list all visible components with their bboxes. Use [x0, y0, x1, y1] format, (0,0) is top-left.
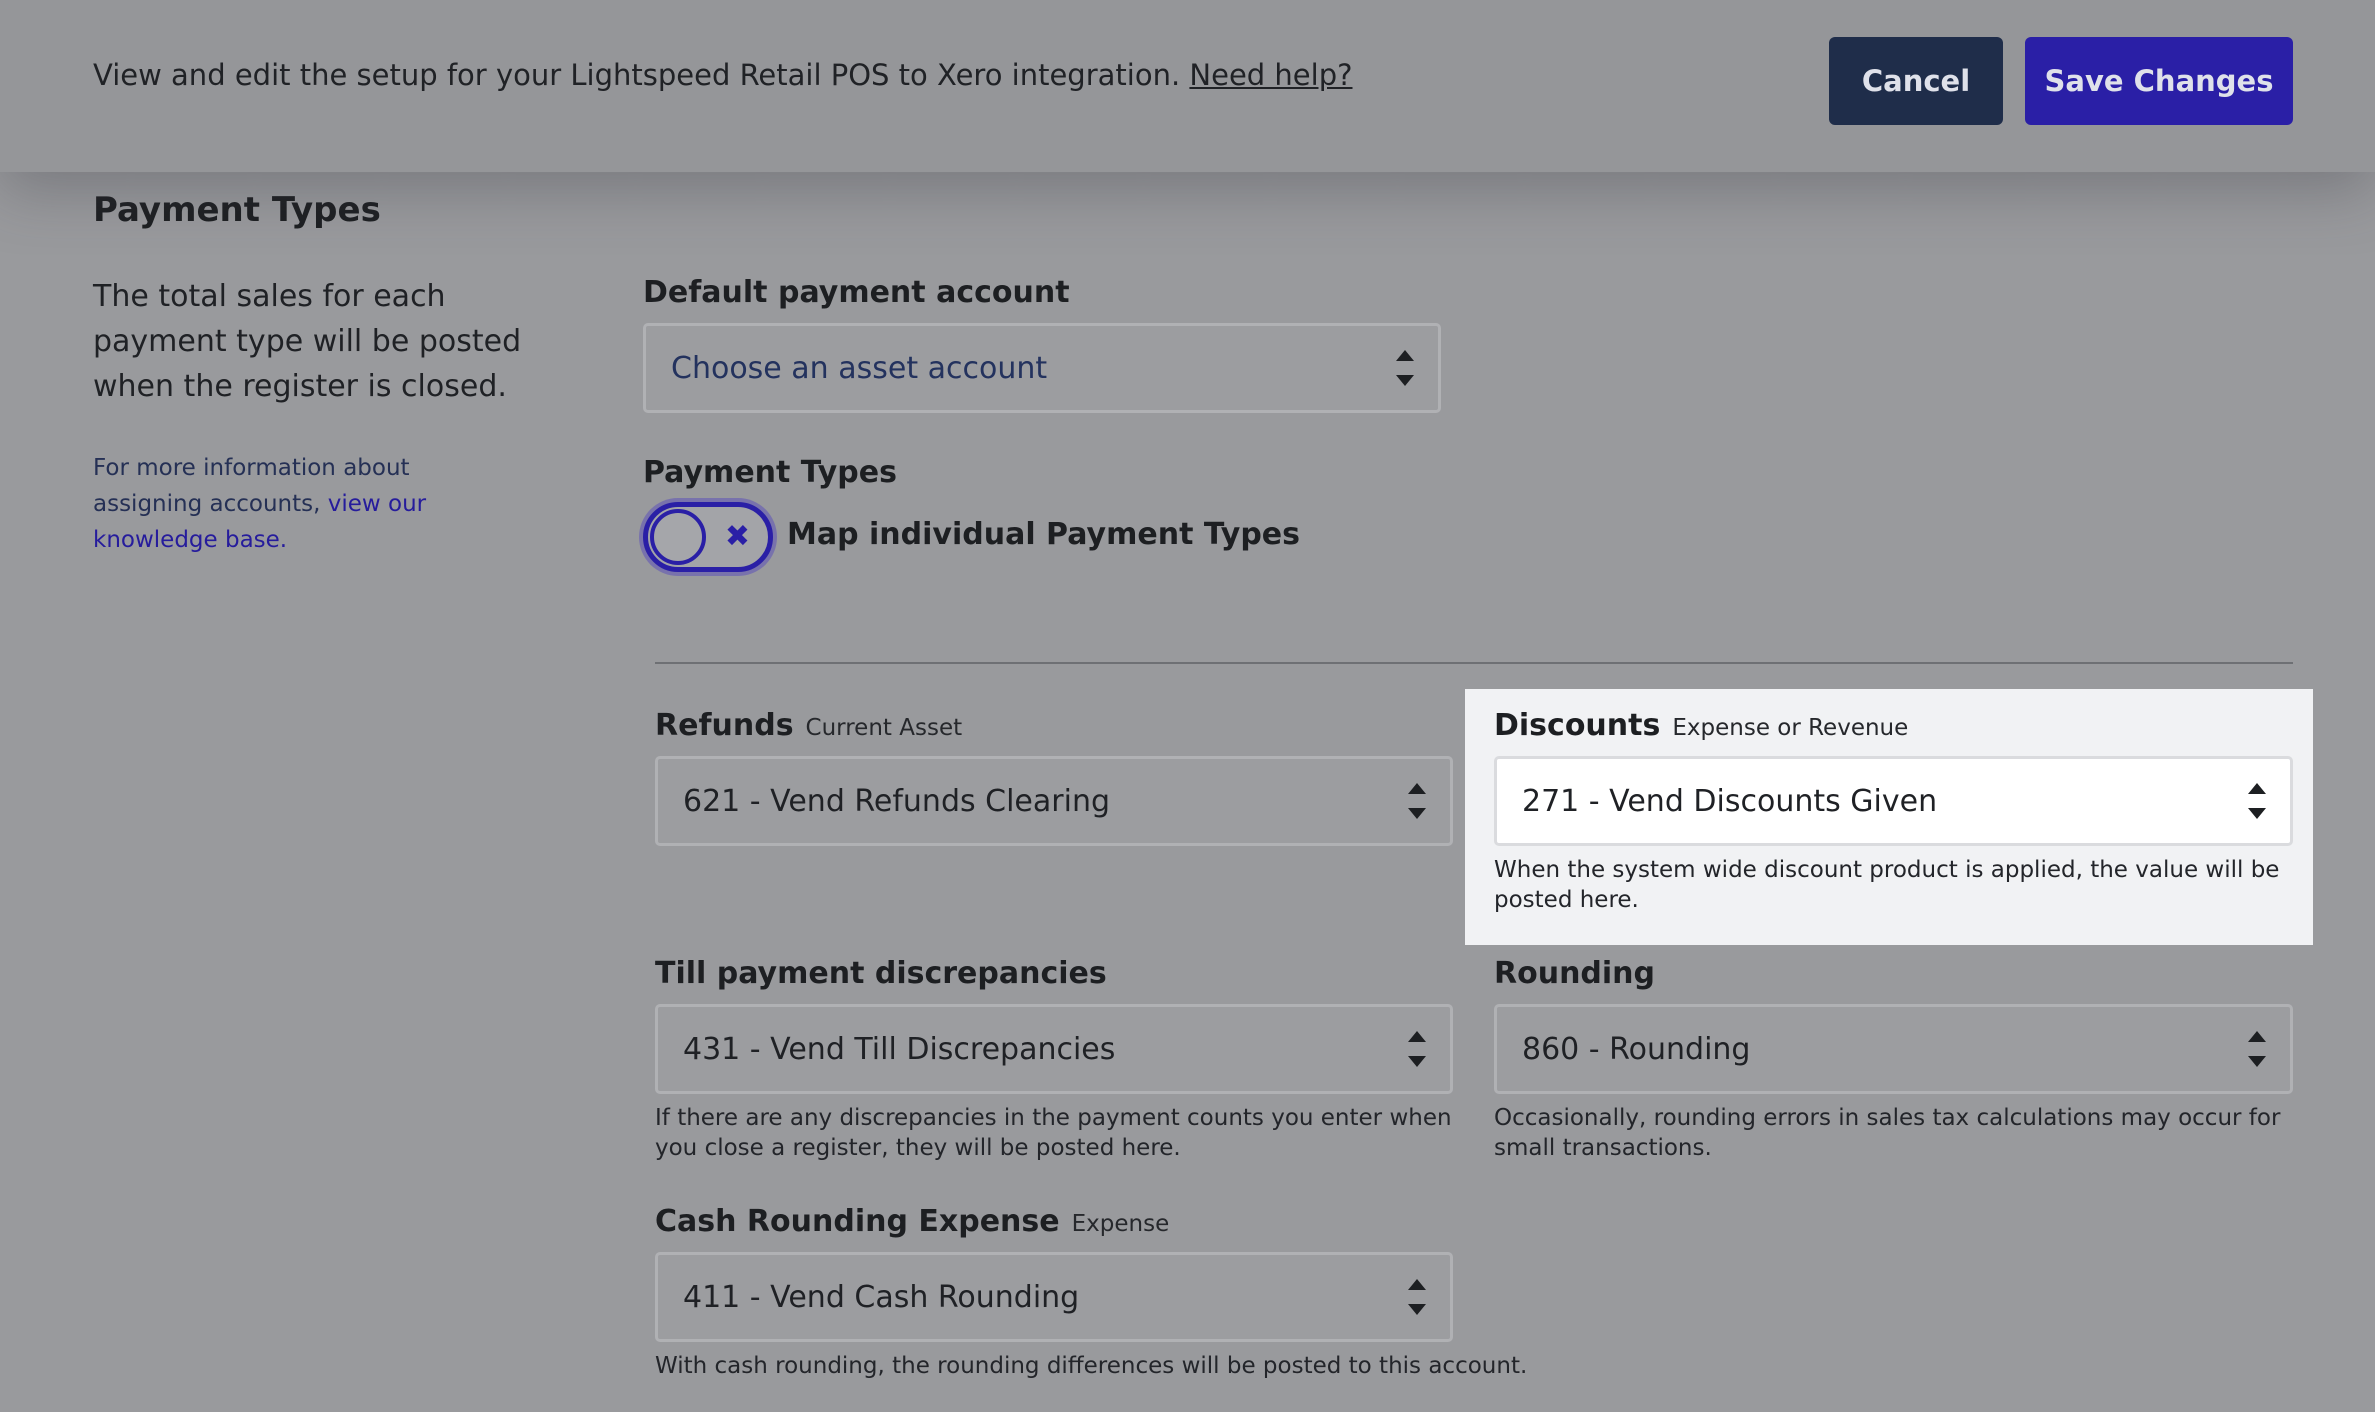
discounts-value: 271 - Vend Discounts Given — [1522, 783, 1938, 819]
cash-rounding-sublabel: Expense — [1071, 1211, 1170, 1237]
toggle-knob — [650, 509, 706, 565]
rounding-value: 860 - Rounding — [1522, 1031, 1751, 1067]
refunds-select[interactable]: 621 - Vend Refunds Clearing — [655, 756, 1453, 846]
discounts-panel: Discounts Expense or Revenue 271 - Vend D… — [1465, 689, 2313, 945]
default-payment-placeholder: Choose an asset account — [671, 350, 1048, 386]
till-value: 431 - Vend Till Discrepancies — [683, 1031, 1116, 1067]
discounts-select[interactable]: 271 - Vend Discounts Given — [1494, 756, 2293, 846]
select-arrows-icon — [1408, 781, 1428, 821]
cash-rounding-label-text: Cash Rounding Expense — [655, 1204, 1060, 1239]
map-payment-types-label: Map individual Payment Types — [787, 517, 1301, 552]
cash-rounding-value: 411 - Vend Cash Rounding — [683, 1279, 1080, 1315]
refunds-sublabel: Current Asset — [805, 715, 963, 741]
discounts-help: When the system wide discount product is… — [1494, 857, 2280, 913]
till-select[interactable]: 431 - Vend Till Discrepancies — [655, 1004, 1453, 1094]
cash-rounding-help: With cash rounding, the rounding differe… — [655, 1353, 1528, 1379]
discounts-label: Discounts Expense or Revenue — [1494, 708, 1908, 743]
rounding-label: Rounding — [1494, 956, 1656, 991]
cash-rounding-label: Cash Rounding Expense Expense — [655, 1204, 1169, 1239]
select-arrows-icon — [1408, 1277, 1428, 1317]
page-description: View and edit the setup for your Lightsp… — [93, 58, 1353, 92]
refunds-label: Refunds Current Asset — [655, 708, 962, 743]
cash-rounding-select[interactable]: 411 - Vend Cash Rounding — [655, 1252, 1453, 1342]
save-changes-button[interactable]: Save Changes — [2025, 37, 2293, 125]
discounts-sublabel: Expense or Revenue — [1672, 715, 1909, 741]
rounding-help: Occasionally, rounding errors in sales t… — [1494, 1105, 2281, 1161]
till-label: Till payment discrepancies — [655, 956, 1107, 991]
till-help: If there are any discrepancies in the pa… — [655, 1105, 1452, 1161]
description-text: View and edit the setup for your Lightsp… — [93, 58, 1181, 92]
select-arrows-icon — [1408, 1029, 1428, 1069]
refunds-value: 621 - Vend Refunds Clearing — [683, 783, 1111, 819]
map-payment-types-toggle[interactable]: ✖ — [643, 502, 773, 572]
divider — [655, 662, 2293, 664]
rounding-select[interactable]: 860 - Rounding — [1494, 1004, 2293, 1094]
cancel-button[interactable]: Cancel — [1829, 37, 2003, 125]
close-icon: ✖ — [724, 519, 750, 554]
section-intro: The total sales for each payment type wi… — [93, 279, 522, 404]
default-payment-label: Default payment account — [643, 275, 1070, 310]
more-info: For more information about assigning acc… — [93, 450, 523, 558]
select-arrows-icon — [2248, 781, 2268, 821]
payment-types-label: Payment Types — [643, 455, 897, 490]
select-arrows-icon — [2248, 1029, 2268, 1069]
need-help-link[interactable]: Need help? — [1189, 58, 1352, 92]
section-title: Payment Types — [93, 190, 381, 230]
top-bar: View and edit the setup for your Lightsp… — [0, 0, 2375, 172]
refunds-label-text: Refunds — [655, 708, 794, 743]
select-arrows-icon — [1396, 348, 1416, 388]
default-payment-select[interactable]: Choose an asset account — [643, 323, 1441, 413]
discounts-label-text: Discounts — [1494, 708, 1661, 743]
